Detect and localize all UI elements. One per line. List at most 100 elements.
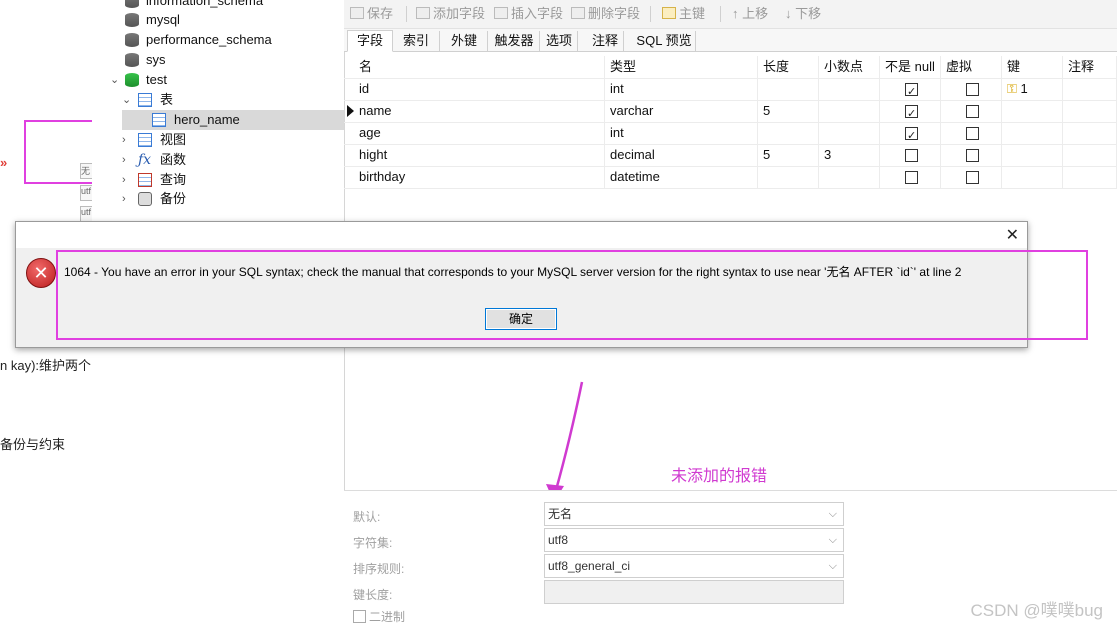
database-icon	[125, 0, 139, 8]
tree-item-hero-name[interactable]: hero_name	[122, 110, 344, 130]
field-name[interactable]: id	[354, 78, 605, 100]
key-cell[interactable]	[1002, 100, 1063, 122]
not-null-checkbox[interactable]	[905, 81, 918, 100]
field-length[interactable]	[758, 78, 819, 100]
tab-comment[interactable]: 注释	[587, 31, 624, 51]
tab-indexes[interactable]: 索引	[393, 31, 440, 51]
field-type[interactable]: varchar	[605, 100, 758, 122]
tree-item-sys[interactable]: sys	[122, 50, 342, 70]
backup-icon	[138, 192, 152, 206]
move-up-button[interactable]: ↑ 上移	[732, 5, 768, 23]
tree-item-queries[interactable]: › 查询	[120, 170, 342, 190]
virtual-checkbox[interactable]	[966, 83, 979, 96]
field-length[interactable]	[758, 122, 819, 144]
column-header[interactable]: 长度	[758, 56, 819, 78]
field-type[interactable]: int	[605, 78, 758, 100]
key-cell[interactable]	[1002, 166, 1063, 188]
database-icon	[125, 13, 139, 27]
key-length-field[interactable]	[544, 580, 844, 604]
chevron-down-icon[interactable]: ⌄	[122, 90, 131, 110]
chevron-right-icon[interactable]: ›	[122, 170, 126, 190]
not-null-checkbox[interactable]	[905, 125, 918, 144]
chevron-right-icon[interactable]: ›	[122, 150, 126, 170]
field-comment[interactable]	[1063, 166, 1117, 188]
delete-field-icon	[571, 7, 585, 19]
field-decimals[interactable]	[819, 122, 880, 144]
field-comment[interactable]	[1063, 100, 1117, 122]
column-header[interactable]: 虚拟	[941, 56, 1002, 78]
chevron-right-icon[interactable]: ›	[122, 189, 126, 209]
delete-field-button[interactable]: 删除字段	[571, 5, 640, 23]
virtual-cell	[941, 100, 1002, 122]
field-decimals[interactable]	[819, 100, 880, 122]
tab-triggers[interactable]: 触发器	[489, 31, 540, 51]
field-length[interactable]: 5	[758, 144, 819, 166]
binary-option[interactable]: 二进制	[353, 608, 405, 625]
close-icon[interactable]: ✕	[1006, 225, 1019, 245]
tab-options[interactable]: 选项	[541, 31, 578, 51]
field-type[interactable]: int	[605, 122, 758, 144]
tree-item-backups[interactable]: › 备份	[120, 189, 342, 209]
chevron-right-icon[interactable]: ›	[122, 130, 126, 150]
virtual-checkbox[interactable]	[966, 171, 979, 184]
not-null-checkbox[interactable]	[905, 171, 918, 184]
virtual-checkbox[interactable]	[966, 149, 979, 162]
tree-item-test[interactable]: ⌄ test	[106, 70, 342, 90]
blog-text-line: 备份与约束	[0, 437, 66, 452]
field-name[interactable]: name	[354, 100, 605, 122]
table-row[interactable]: age int	[344, 122, 1117, 145]
field-name[interactable]: age	[354, 122, 605, 144]
chevron-down-icon[interactable]: ⌄	[110, 70, 119, 90]
field-length[interactable]: 5	[758, 100, 819, 122]
default-value-select[interactable]: 无名 ⌵	[544, 502, 844, 526]
key-cell[interactable]	[1002, 122, 1063, 144]
primary-key-button[interactable]: 主键	[662, 5, 705, 23]
field-type[interactable]: datetime	[605, 166, 758, 188]
collation-select[interactable]: utf8_general_ci ⌵	[544, 554, 844, 578]
tab-fields[interactable]: 字段	[347, 30, 393, 52]
table-row[interactable]: id int ⚿ 1	[344, 78, 1117, 101]
add-field-button[interactable]: 添加字段	[416, 5, 485, 23]
field-decimals[interactable]	[819, 166, 880, 188]
field-name[interactable]: hight	[354, 144, 605, 166]
move-down-button[interactable]: ↓ 下移	[785, 5, 821, 23]
column-header[interactable]: 名	[354, 56, 605, 78]
not-null-checkbox[interactable]	[905, 103, 918, 122]
field-comment[interactable]	[1063, 78, 1117, 100]
tree-item-functions[interactable]: › ƒx 函数	[120, 150, 342, 170]
tree-item-tables[interactable]: ⌄ 表	[120, 90, 342, 110]
virtual-cell	[941, 144, 1002, 166]
not-null-checkbox[interactable]	[905, 149, 918, 162]
field-length[interactable]	[758, 166, 819, 188]
table-row[interactable]: hight decimal 5 3	[344, 144, 1117, 167]
field-type[interactable]: decimal	[605, 144, 758, 166]
column-header[interactable]: 不是 null	[880, 56, 941, 78]
tree-item-views[interactable]: › 视图	[120, 130, 342, 150]
tab-sql-preview[interactable]: SQL 预览	[633, 31, 696, 51]
column-header[interactable]: 键	[1002, 56, 1063, 78]
table-row[interactable]: birthday datetime	[344, 166, 1117, 189]
column-header[interactable]: 类型	[605, 56, 758, 78]
column-header[interactable]: 注释	[1063, 56, 1117, 78]
field-comment[interactable]	[1063, 144, 1117, 166]
field-name[interactable]: birthday	[354, 166, 605, 188]
charset-select[interactable]: utf8 ⌵	[544, 528, 844, 552]
tab-foreign-keys[interactable]: 外键	[441, 31, 488, 51]
virtual-checkbox[interactable]	[966, 105, 979, 118]
query-icon	[138, 173, 152, 187]
blog-cell: 无	[80, 163, 92, 179]
field-decimals[interactable]: 3	[819, 144, 880, 166]
field-decimals[interactable]	[819, 78, 880, 100]
virtual-checkbox[interactable]	[966, 127, 979, 140]
insert-field-button[interactable]: 插入字段	[494, 5, 563, 23]
key-cell[interactable]	[1002, 144, 1063, 166]
database-open-icon	[125, 73, 139, 87]
column-header[interactable]: 小数点	[819, 56, 880, 78]
add-field-icon	[416, 7, 430, 19]
field-comment[interactable]	[1063, 122, 1117, 144]
save-button[interactable]: 保存	[350, 5, 393, 23]
table-row[interactable]: name varchar 5	[344, 100, 1117, 123]
tree-item-performance-schema[interactable]: performance_schema	[122, 30, 342, 50]
binary-checkbox[interactable]	[353, 610, 366, 623]
tree-item-mysql[interactable]: mysql	[122, 10, 342, 30]
